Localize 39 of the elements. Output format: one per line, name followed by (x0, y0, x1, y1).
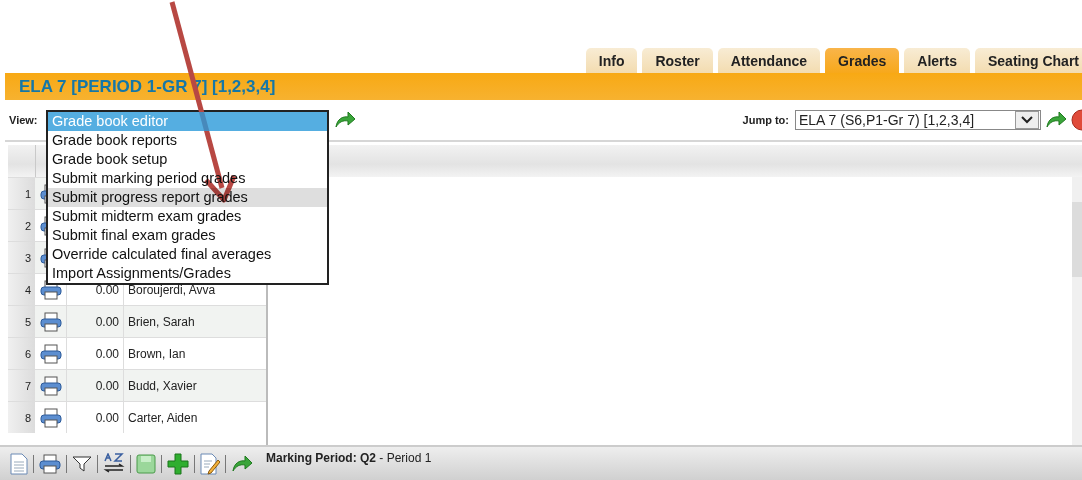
row-number: 7 (8, 370, 35, 401)
student-name[interactable]: Budd, Xavier (124, 370, 266, 401)
row-number: 5 (8, 306, 35, 337)
help-icon[interactable] (1070, 109, 1082, 131)
score-cell: 0.00 (67, 402, 124, 433)
tab[interactable]: Alerts (904, 48, 970, 73)
jump-to-select[interactable]: ELA 7 (S6,P1-Gr 7) [1,2,3,4] (795, 110, 1041, 130)
sort-icon[interactable] (103, 452, 125, 475)
dropdown-option[interactable]: Submit midterm exam grades (48, 207, 327, 226)
dropdown-option[interactable]: Grade book setup (48, 150, 327, 169)
row-number: 8 (8, 402, 35, 433)
row-number: 1 (8, 178, 35, 209)
row-number: 3 (8, 242, 35, 273)
edit-icon[interactable] (200, 452, 220, 475)
tab[interactable]: Grades (825, 48, 900, 73)
tab[interactable]: Attendance (717, 48, 821, 73)
view-label: View: (9, 114, 38, 126)
tab[interactable]: Seating Chart (975, 48, 1082, 73)
jump-to-label: Jump to: (742, 114, 789, 126)
dropdown-option[interactable]: Override calculated final averages (48, 245, 327, 264)
marking-period-status: Marking Period: Q2 - Period 1 (266, 451, 432, 465)
print-icon[interactable] (39, 279, 62, 300)
filter-icon[interactable] (72, 454, 92, 473)
scrollbar[interactable] (1072, 177, 1082, 445)
student-name[interactable]: Carter, Aiden (124, 402, 266, 433)
forward-arrow-icon[interactable] (1045, 111, 1067, 129)
forward-arrow-icon[interactable] (231, 454, 253, 473)
dropdown-option[interactable]: Grade book reports (48, 131, 327, 150)
add-icon[interactable] (167, 452, 189, 475)
tab[interactable]: Info (585, 48, 638, 73)
student-name[interactable]: Brown, Ian (124, 338, 266, 369)
tab[interactable]: Roster (642, 48, 713, 73)
row-number: 2 (8, 210, 35, 241)
forward-arrow-icon[interactable] (333, 111, 356, 129)
row-number: 6 (8, 338, 35, 369)
dropdown-option[interactable]: Submit final exam grades (48, 226, 327, 245)
row-number: 4 (8, 274, 35, 305)
caret-icon (1021, 116, 1033, 124)
student-name[interactable]: Brien, Sarah (124, 306, 266, 337)
